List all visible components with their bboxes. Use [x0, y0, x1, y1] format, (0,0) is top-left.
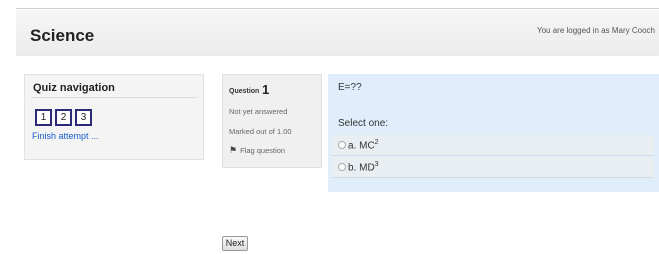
question-content: E=?? Select one: a. MC2 b. MD3 — [328, 74, 659, 192]
finish-attempt-link[interactable]: Finish attempt ... — [32, 131, 99, 141]
login-info: You are logged in as Mary Cooch — [537, 26, 655, 35]
question-button-1[interactable]: 1 — [35, 109, 52, 126]
question-state: Not yet answered — [229, 107, 288, 116]
answer-a-label: a. MC2 — [348, 138, 379, 152]
select-one-label: Select one: — [338, 118, 389, 129]
question-label: Question — [229, 88, 260, 95]
flag-question-label: Flag question — [240, 146, 286, 155]
answer-b-label: b. MD3 — [348, 160, 379, 174]
question-text: E=?? — [338, 82, 362, 93]
question-button-3[interactable]: 3 — [75, 109, 92, 126]
page-header: Science You are logged in as Mary Cooch — [16, 10, 659, 56]
question-buttons: 1 2 3 — [35, 109, 92, 126]
next-button[interactable]: Next — [222, 236, 248, 251]
course-title: Science — [30, 26, 95, 45]
quiz-navigation-title: Quiz navigation — [33, 82, 115, 94]
question-button-2[interactable]: 2 — [55, 109, 72, 126]
quiz-navigation-divider — [31, 97, 197, 98]
answer-b-radio[interactable] — [338, 163, 346, 171]
question-grade: Marked out of 1.00 — [229, 127, 292, 136]
answer-a-radio[interactable] — [338, 141, 346, 149]
question-number: 1 — [262, 82, 270, 97]
answer-option-a[interactable]: a. MC2 — [332, 135, 654, 156]
answer-option-b[interactable]: b. MD3 — [332, 157, 654, 178]
top-divider — [16, 8, 659, 9]
flag-icon: ⚑ — [229, 145, 238, 155]
flag-question-button[interactable]: ⚑ Flag question — [229, 145, 285, 156]
quiz-navigation-block: Quiz navigation 1 2 3 Finish attempt ... — [24, 74, 204, 160]
question-info-panel: Question 1 Not yet answered Marked out o… — [222, 74, 322, 168]
